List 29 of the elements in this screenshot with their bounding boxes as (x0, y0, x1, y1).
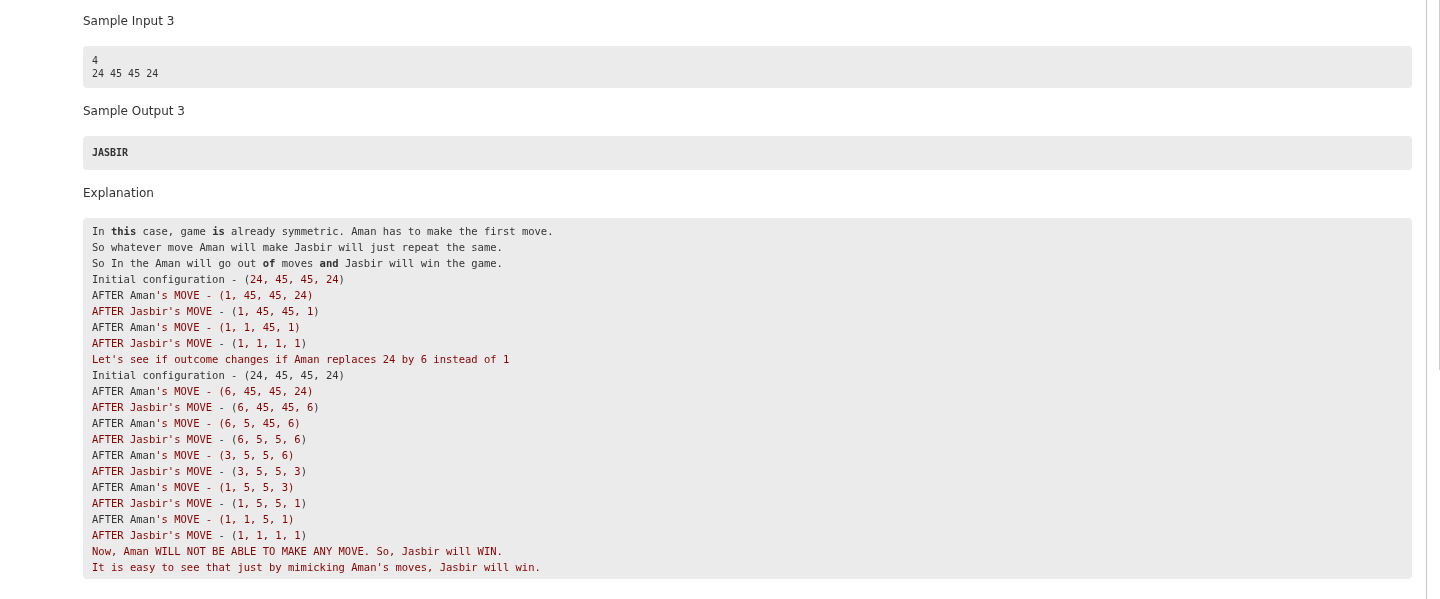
code-line: AFTER Aman's MOVE - (1, 45, 45, 24) (92, 287, 315, 303)
code-line: AFTER Jasbir's MOVE - (6, 45, 45, 6) (92, 399, 321, 415)
section-heading: Sample Output 3 (83, 103, 186, 120)
code-line: AFTER Aman's MOVE - (6, 5, 45, 6) (92, 415, 302, 431)
code-line: AFTER Aman's MOVE - (1, 1, 5, 1) (92, 511, 296, 527)
code-line: So whatever move Aman will make Jasbir will just repeat the same. (92, 239, 504, 255)
code-line: AFTER Aman's MOVE - (6, 45, 45, 24) (92, 383, 315, 399)
code-line: 24 45 45 24 (92, 67, 160, 80)
section-heading: Sample Input 3 (83, 13, 176, 30)
code-line: Initial configuration - (24, 45, 45, 24) (92, 271, 346, 287)
code-line: AFTER Aman's MOVE - (1, 1, 45, 1) (92, 319, 302, 335)
code-line: AFTER Jasbir's MOVE - (1, 5, 5, 1) (92, 495, 308, 511)
code-line: It is easy to see that just by mimicking Aman's moves, Jasbir will win. (92, 559, 542, 575)
section-heading: Explanation (83, 184, 155, 202)
code-line: In this case, game is already symmetric. Aman has to make the first move. (92, 223, 555, 239)
code-line: AFTER Jasbir's MOVE - (1, 45, 45, 1) (92, 303, 321, 319)
code-line: AFTER Jasbir's MOVE - (6, 5, 5, 6) (92, 431, 308, 447)
code-line: Let's see if outcome changes if Aman replaces 24 by 6 instead of 1 (92, 351, 511, 367)
code-line: AFTER Jasbir's MOVE - (1, 1, 1, 1) (92, 527, 308, 543)
code-line: Now, Aman WILL NOT BE ABLE TO MAKE ANY MOVE. So, Jasbir will WIN. (92, 543, 504, 559)
code-line: AFTER Aman's MOVE - (1, 5, 5, 3) (92, 479, 296, 495)
code-line: So In the Aman will go out of moves and Jasbir will win the game. (92, 255, 504, 271)
code-line: JASBIR (92, 147, 130, 160)
scrollbar[interactable] (1426, 0, 1440, 599)
code-line: AFTER Jasbir's MOVE - (1, 1, 1, 1) (92, 335, 308, 351)
code-line: AFTER Aman's MOVE - (3, 5, 5, 6) (92, 447, 296, 463)
code-line: AFTER Jasbir's MOVE - (3, 5, 5, 3) (92, 463, 308, 479)
code-line: Initial configuration - (24, 45, 45, 24) (92, 367, 346, 383)
code-line: 4 (92, 55, 100, 68)
